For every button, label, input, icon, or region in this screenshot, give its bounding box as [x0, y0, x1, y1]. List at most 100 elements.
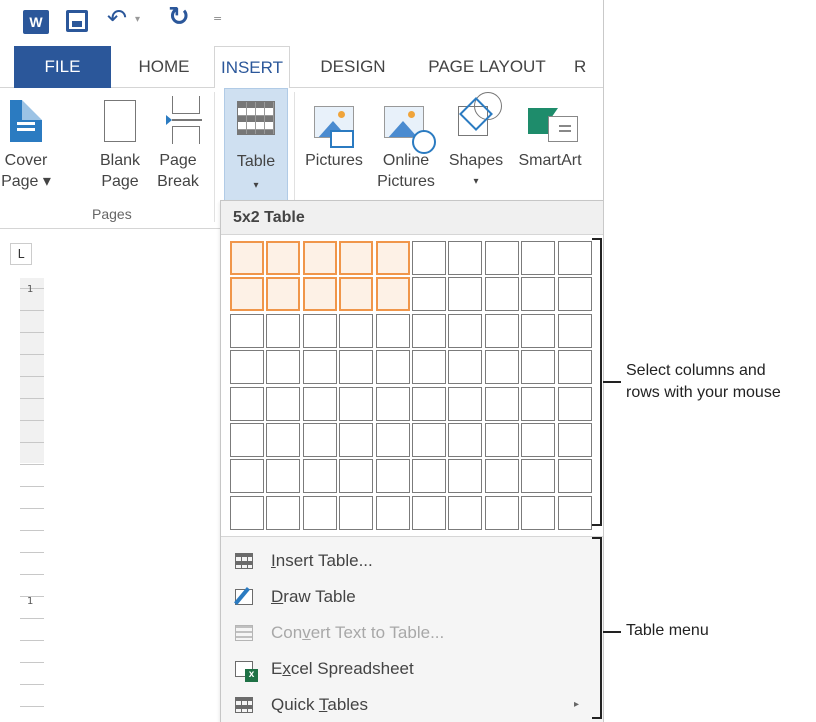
- grid-cell[interactable]: [448, 495, 483, 530]
- tab-selector-icon[interactable]: L: [10, 243, 32, 265]
- blank-page-button[interactable]: Blank Page: [90, 88, 150, 206]
- grid-cell[interactable]: [230, 350, 264, 385]
- grid-cell[interactable]: [375, 277, 410, 312]
- grid-cell[interactable]: [302, 313, 337, 348]
- word-logo-icon[interactable]: W: [23, 10, 49, 34]
- grid-cell[interactable]: [448, 459, 483, 494]
- grid-cell[interactable]: [448, 423, 483, 457]
- grid-cell[interactable]: [375, 459, 410, 494]
- grid-cell[interactable]: [412, 241, 446, 275]
- grid-cell[interactable]: [521, 241, 556, 275]
- grid-cell[interactable]: [448, 277, 483, 312]
- cover-page-button[interactable]: Cover Page ▾: [0, 88, 52, 206]
- grid-cell[interactable]: [375, 495, 410, 530]
- grid-cell[interactable]: [521, 313, 556, 348]
- quick-tables-item[interactable]: Quick Tables ▸: [221, 687, 603, 722]
- grid-cell[interactable]: [266, 459, 301, 494]
- grid-cell[interactable]: [375, 313, 410, 348]
- grid-cell[interactable]: [412, 423, 446, 457]
- excel-spreadsheet-item[interactable]: Excel Spreadsheet: [221, 651, 603, 687]
- grid-cell[interactable]: [266, 350, 301, 385]
- grid-cell[interactable]: [484, 423, 519, 457]
- grid-cell[interactable]: [484, 277, 519, 312]
- grid-cell[interactable]: [302, 241, 337, 275]
- tab-references-partial[interactable]: R: [574, 46, 603, 88]
- grid-cell[interactable]: [339, 386, 374, 421]
- grid-cell[interactable]: [448, 313, 483, 348]
- grid-cell[interactable]: [266, 495, 301, 530]
- tab-design[interactable]: DESIGN: [308, 46, 398, 88]
- grid-cell[interactable]: [557, 241, 592, 275]
- grid-cell[interactable]: [266, 241, 301, 275]
- grid-cell[interactable]: [375, 386, 410, 421]
- grid-cell[interactable]: [339, 350, 374, 385]
- grid-cell[interactable]: [230, 495, 264, 530]
- save-icon[interactable]: [66, 10, 88, 32]
- grid-cell[interactable]: [412, 386, 446, 421]
- grid-cell[interactable]: [375, 423, 410, 457]
- grid-cell[interactable]: [484, 241, 519, 275]
- grid-cell[interactable]: [230, 277, 264, 312]
- grid-cell[interactable]: [412, 277, 446, 312]
- pictures-button[interactable]: Pictures: [298, 88, 370, 206]
- grid-cell[interactable]: [412, 495, 446, 530]
- grid-cell[interactable]: [339, 241, 374, 275]
- grid-cell[interactable]: [557, 277, 592, 312]
- grid-cell[interactable]: [521, 459, 556, 494]
- grid-cell[interactable]: [375, 350, 410, 385]
- grid-cell[interactable]: [339, 459, 374, 494]
- grid-cell[interactable]: [484, 350, 519, 385]
- grid-cell[interactable]: [230, 313, 264, 348]
- grid-cell[interactable]: [557, 495, 592, 530]
- grid-cell[interactable]: [339, 277, 374, 312]
- tab-insert[interactable]: INSERT: [214, 46, 290, 89]
- grid-cell[interactable]: [557, 386, 592, 421]
- online-pictures-button[interactable]: Online Pictures: [370, 88, 442, 206]
- grid-cell[interactable]: [557, 459, 592, 494]
- grid-cell[interactable]: [448, 241, 483, 275]
- grid-cell[interactable]: [302, 459, 337, 494]
- draw-table-item[interactable]: Draw Table: [221, 579, 603, 615]
- grid-cell[interactable]: [302, 350, 337, 385]
- tab-file[interactable]: FILE: [14, 46, 111, 88]
- grid-cell[interactable]: [521, 495, 556, 530]
- tab-home[interactable]: HOME: [120, 46, 208, 88]
- undo-dropdown-icon[interactable]: ▾: [135, 14, 140, 25]
- tab-page-layout[interactable]: PAGE LAYOUT: [412, 46, 562, 88]
- smartart-button[interactable]: SmartArt: [510, 88, 590, 206]
- grid-cell[interactable]: [302, 423, 337, 457]
- grid-cell[interactable]: [266, 313, 301, 348]
- grid-cell[interactable]: [521, 423, 556, 457]
- grid-cell[interactable]: [412, 313, 446, 348]
- grid-cell[interactable]: [412, 350, 446, 385]
- redo-icon[interactable]: ↻: [168, 2, 190, 32]
- grid-cell[interactable]: [266, 386, 301, 421]
- grid-cell[interactable]: [484, 459, 519, 494]
- shapes-button[interactable]: Shapes ▾: [442, 88, 510, 206]
- grid-cell[interactable]: [484, 386, 519, 421]
- grid-cell[interactable]: [339, 423, 374, 457]
- grid-cell[interactable]: [302, 495, 337, 530]
- undo-icon[interactable]: ↶: [107, 4, 127, 32]
- insert-table-item[interactable]: Insert Table...: [221, 543, 603, 579]
- grid-cell[interactable]: [230, 241, 264, 275]
- grid-cell[interactable]: [230, 423, 264, 457]
- grid-cell[interactable]: [339, 495, 374, 530]
- grid-cell[interactable]: [339, 313, 374, 348]
- grid-cell[interactable]: [375, 241, 410, 275]
- grid-cell[interactable]: [230, 386, 264, 421]
- grid-cell[interactable]: [412, 459, 446, 494]
- grid-cell[interactable]: [557, 350, 592, 385]
- grid-cell[interactable]: [521, 350, 556, 385]
- grid-cell[interactable]: [484, 495, 519, 530]
- grid-cell[interactable]: [557, 423, 592, 457]
- grid-cell[interactable]: [521, 277, 556, 312]
- grid-cell[interactable]: [302, 277, 337, 312]
- table-button[interactable]: Table ▾: [224, 88, 288, 208]
- page-break-button[interactable]: Page Break: [150, 88, 206, 206]
- grid-cell[interactable]: [266, 423, 301, 457]
- customize-toolbar-icon[interactable]: =: [213, 12, 222, 25]
- grid-cell[interactable]: [448, 350, 483, 385]
- grid-cell[interactable]: [448, 386, 483, 421]
- grid-cell[interactable]: [484, 313, 519, 348]
